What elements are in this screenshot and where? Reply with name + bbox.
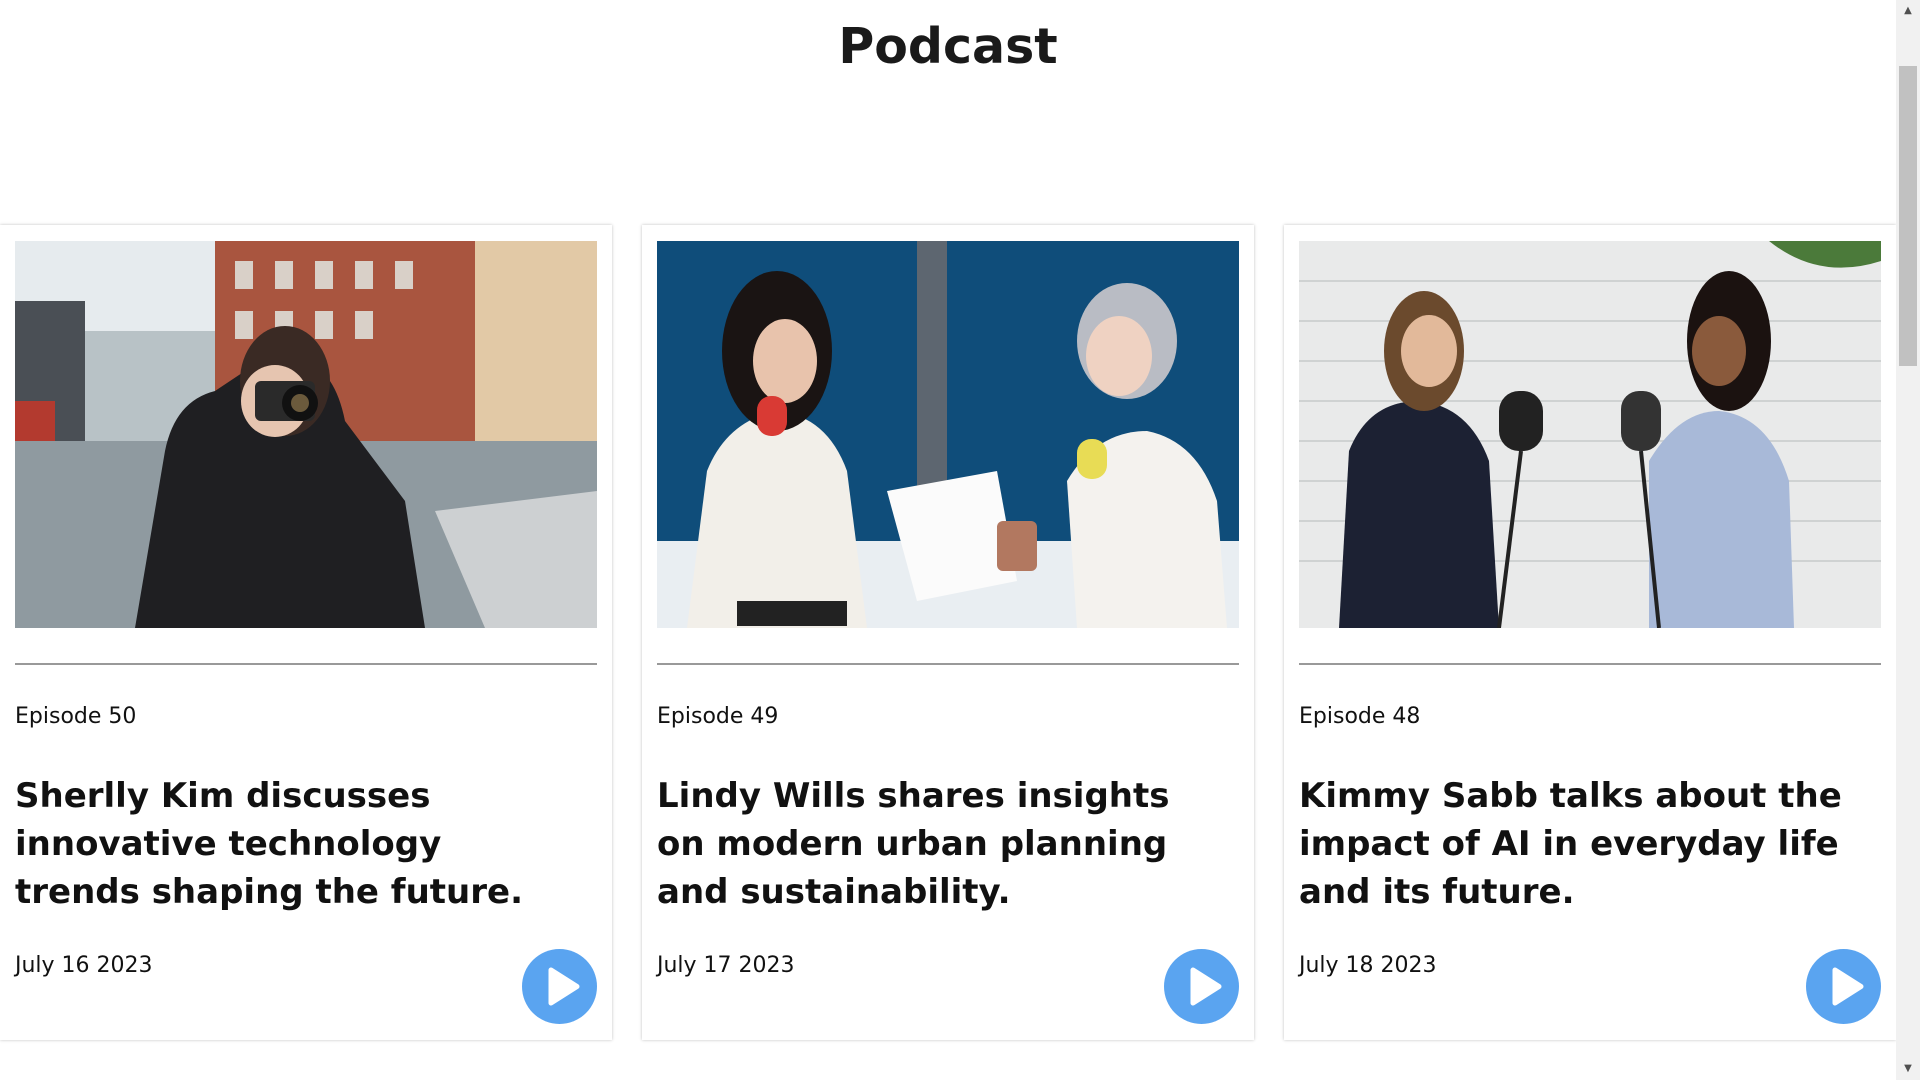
episode-title[interactable]: Lindy Wills shares insights on modern ur…: [657, 772, 1217, 916]
episode-image[interactable]: [1299, 241, 1881, 628]
play-icon: [1190, 967, 1222, 1006]
episode-date: July 16 2023: [15, 953, 153, 978]
episode-card: Episode 49 Lindy Wills shares insights o…: [642, 225, 1254, 1040]
episode-card: Episode 50 Sherlly Kim discusses innovat…: [0, 225, 612, 1040]
episode-number: Episode 50: [15, 704, 137, 729]
episode-date: July 18 2023: [1299, 953, 1437, 978]
episode-image[interactable]: [15, 241, 597, 628]
card-divider: [1299, 663, 1881, 665]
episode-title[interactable]: Kimmy Sabb talks about the impact of AI …: [1299, 772, 1859, 916]
episode-card: Episode 48 Kimmy Sabb talks about the im…: [1284, 225, 1896, 1040]
play-button[interactable]: [522, 949, 597, 1024]
episode-number: Episode 49: [657, 704, 779, 729]
page-title: Podcast: [838, 18, 1058, 75]
scroll-up-arrow-icon[interactable]: ▲: [1896, 0, 1920, 22]
play-button[interactable]: [1164, 949, 1239, 1024]
episode-list: Episode 50 Sherlly Kim discusses innovat…: [0, 225, 1896, 1042]
play-icon: [548, 967, 580, 1006]
episode-image[interactable]: [657, 241, 1239, 628]
card-divider: [15, 663, 597, 665]
card-divider: [657, 663, 1239, 665]
podcast-page: Podcast Episode 50 Sherlly Kim discusses…: [0, 0, 1920, 1080]
play-icon: [1832, 967, 1864, 1006]
play-button[interactable]: [1806, 949, 1881, 1024]
vertical-scrollbar[interactable]: ▲ ▼: [1896, 0, 1920, 1080]
episode-number: Episode 48: [1299, 704, 1421, 729]
scroll-down-arrow-icon[interactable]: ▼: [1896, 1058, 1920, 1080]
episode-title[interactable]: Sherlly Kim discusses innovative technol…: [15, 772, 575, 916]
scrollbar-thumb[interactable]: [1899, 66, 1917, 366]
episode-date: July 17 2023: [657, 953, 795, 978]
